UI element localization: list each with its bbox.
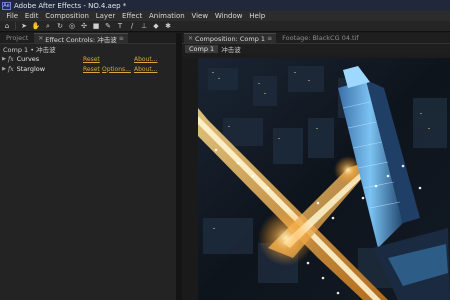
breadcrumb: Comp 1 • 冲击波 xyxy=(0,44,176,54)
menu-composition[interactable]: Composition xyxy=(42,12,93,20)
left-tab-row: Project ✕ Effect Controls: 冲击波 ≡ xyxy=(0,33,176,44)
menu-animation[interactable]: Animation xyxy=(146,12,188,20)
effect-name: Starglow xyxy=(16,65,46,73)
panel-menu-icon[interactable]: ≡ xyxy=(267,35,272,42)
stamp-icon[interactable]: ⊥ xyxy=(140,22,148,30)
effect-name: Curves xyxy=(16,55,40,63)
tab-footage[interactable]: Footage: BlackCG 04.tif xyxy=(278,33,363,43)
menu-effect[interactable]: Effect xyxy=(119,12,146,20)
comp-breadcrumb: Comp 1 冲击波 xyxy=(182,44,450,54)
tab-composition-label: Composition: Comp 1 xyxy=(195,34,266,43)
puppet-icon[interactable]: ✱ xyxy=(164,22,172,30)
expand-triangle-icon[interactable]: ▶ xyxy=(0,66,8,72)
fx-icon[interactable]: fx xyxy=(8,56,14,63)
pen-icon[interactable]: ✎ xyxy=(104,22,112,30)
tab-effect-controls[interactable]: ✕ Effect Controls: 冲击波 ≡ xyxy=(34,33,128,44)
tab-composition[interactable]: ✕ Composition: Comp 1 ≡ xyxy=(184,33,277,43)
menu-bar: File Edit Composition Layer Effect Anima… xyxy=(0,11,450,21)
menu-help[interactable]: Help xyxy=(246,12,269,20)
city-night-render-image xyxy=(198,58,450,300)
rotate-icon[interactable]: ↻ xyxy=(56,22,64,30)
fx-icon[interactable]: fx xyxy=(8,66,14,73)
reset-link[interactable]: Reset xyxy=(83,66,100,73)
tab-footage-label: Footage: BlackCG 04.tif xyxy=(282,34,359,42)
after-effects-logo-icon: Ae xyxy=(2,1,11,10)
about-link[interactable]: About... xyxy=(134,56,157,63)
layer-name: 冲击波 xyxy=(221,46,241,54)
selection-icon[interactable]: ➤ xyxy=(20,22,28,30)
zoom-icon[interactable]: ⌕ xyxy=(44,22,52,30)
title-bar: Ae Adobe After Effects - NO.4.aep * xyxy=(0,0,450,11)
expand-triangle-icon[interactable]: ▶ xyxy=(0,56,8,62)
effect-controls-panel: Project ✕ Effect Controls: 冲击波 ≡ Comp 1 … xyxy=(0,33,176,300)
menu-file[interactable]: File xyxy=(3,12,22,20)
eraser-icon[interactable]: ◆ xyxy=(152,22,160,30)
comp-chip[interactable]: Comp 1 xyxy=(185,45,219,53)
composition-viewer[interactable] xyxy=(198,58,450,300)
menu-view[interactable]: View xyxy=(188,12,211,20)
menu-edit[interactable]: Edit xyxy=(22,12,42,20)
toolbar-divider xyxy=(15,22,16,30)
close-icon[interactable]: ✕ xyxy=(38,35,43,42)
camera-icon[interactable]: ◎ xyxy=(68,22,76,30)
text-icon[interactable]: T xyxy=(116,22,124,30)
home-icon[interactable]: ⌂ xyxy=(3,22,11,30)
effect-row-curves[interactable]: ▶ fx Curves Reset About... xyxy=(0,54,176,64)
effect-row-starglow[interactable]: ▶ fx Starglow Reset Options... About... xyxy=(0,64,176,74)
right-tab-row: ✕ Composition: Comp 1 ≡ Footage: BlackCG… xyxy=(182,33,450,44)
menu-layer[interactable]: Layer xyxy=(92,12,118,20)
tools-bar: ⌂ ➤ ✋ ⌕ ↻ ◎ ✣ ■ ✎ T ∕ ⊥ ◆ ✱ xyxy=(0,21,450,32)
options-link[interactable]: Options... xyxy=(102,66,131,73)
close-icon[interactable]: ✕ xyxy=(188,35,193,42)
tab-effect-controls-label: Effect Controls: 冲击波 xyxy=(45,35,117,44)
window-title: Adobe After Effects - NO.4.aep * xyxy=(14,1,127,10)
rectangle-icon[interactable]: ■ xyxy=(92,22,100,30)
about-link[interactable]: About... xyxy=(134,66,157,73)
hand-icon[interactable]: ✋ xyxy=(32,22,41,30)
breadcrumb-text: Comp 1 • 冲击波 xyxy=(3,46,56,54)
panel-menu-icon[interactable]: ≡ xyxy=(119,35,124,42)
brush-icon[interactable]: ∕ xyxy=(128,22,136,30)
viewer-left-gutter xyxy=(182,58,198,300)
menu-window[interactable]: Window xyxy=(211,12,245,20)
composition-panel: ✕ Composition: Comp 1 ≡ Footage: BlackCG… xyxy=(182,33,450,300)
tab-project-label: Project xyxy=(6,34,29,42)
pan-icon[interactable]: ✣ xyxy=(80,22,88,30)
reset-link[interactable]: Reset xyxy=(83,56,100,63)
tab-project[interactable]: Project xyxy=(2,33,32,43)
